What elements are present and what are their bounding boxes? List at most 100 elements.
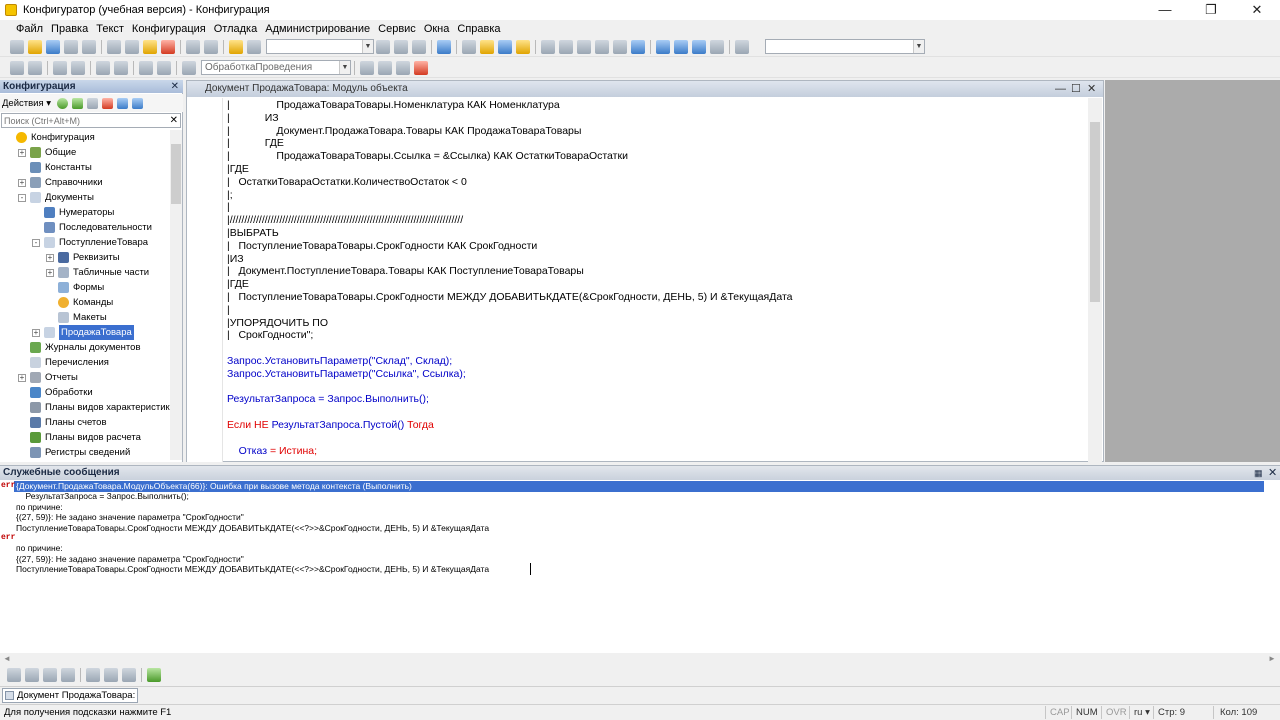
expand-icon[interactable]: +	[32, 328, 40, 337]
tree-node[interactable]: Макеты	[46, 310, 107, 325]
window-tab-document[interactable]: Документ ПродажаТовара: ...	[2, 688, 138, 703]
scroll-thumb[interactable]	[171, 144, 181, 204]
redo-icon[interactable]	[204, 39, 218, 54]
indent-icon[interactable]	[10, 60, 24, 75]
find-prev-icon[interactable]	[394, 39, 408, 54]
tree-node[interactable]: + ПродажаТовара	[32, 325, 134, 340]
edit-icon[interactable]	[72, 97, 84, 109]
menu-service[interactable]: Сервис	[374, 23, 420, 35]
chevron-down-icon[interactable]: ▼	[339, 61, 350, 74]
close-icon[interactable]: ✕	[171, 80, 179, 93]
tree-node[interactable]: + Табличные части	[46, 265, 149, 280]
expand-icon[interactable]: +	[18, 148, 26, 157]
tree-node[interactable]: Журналы документов	[18, 340, 141, 355]
bookmark-icon[interactable]	[114, 60, 128, 75]
cut-icon[interactable]	[107, 39, 121, 54]
menu-text[interactable]: Текст	[92, 23, 128, 35]
msg-clear-icon[interactable]	[122, 668, 136, 682]
tools-icon[interactable]	[462, 39, 476, 54]
clock-icon[interactable]	[735, 39, 749, 54]
menu-windows[interactable]: Окна	[420, 23, 454, 35]
global-search-combo[interactable]: ▼	[765, 39, 925, 54]
maximize-icon[interactable]: ☐	[1071, 81, 1081, 97]
close-button[interactable]: ✕	[1234, 0, 1280, 20]
message-line[interactable]: {(27, 59)}: Не задано значение параметра…	[16, 512, 244, 523]
print-icon[interactable]	[64, 39, 78, 54]
open-icon[interactable]	[28, 39, 42, 54]
window-icon[interactable]	[437, 39, 451, 54]
menu-configuration[interactable]: Конфигурация	[128, 23, 210, 35]
menu-help[interactable]: Справка	[453, 23, 504, 35]
tree-node[interactable]: Планы видов характеристик	[18, 400, 170, 415]
msg-add-icon[interactable]	[147, 668, 161, 682]
message-line[interactable]: ПоступлениеТовараТовары.СрокГодности МЕЖ…	[16, 564, 489, 575]
delete-icon[interactable]	[161, 39, 175, 54]
msg-expand-icon[interactable]	[86, 668, 100, 682]
tree-node[interactable]: Регистры сведений	[18, 445, 130, 460]
template-icon[interactable]	[96, 60, 110, 75]
menu-debug[interactable]: Отладка	[210, 23, 261, 35]
search-icon[interactable]	[247, 39, 261, 54]
outdent-icon[interactable]	[71, 60, 85, 75]
paste-icon[interactable]	[143, 39, 157, 54]
tables-icon[interactable]	[656, 39, 670, 54]
delete-icon[interactable]	[102, 97, 114, 109]
tree-node[interactable]: Обработки	[18, 385, 93, 400]
msg-next-icon[interactable]	[61, 668, 75, 682]
message-line[interactable]: по причине:	[16, 543, 63, 554]
module-open-icon[interactable]	[396, 60, 410, 75]
close-icon[interactable]: ✕	[1087, 81, 1096, 97]
save-icon[interactable]	[46, 39, 60, 54]
message-line-selected[interactable]: {Документ.ПродажаТовара.МодульОбъекта(66…	[14, 481, 1264, 492]
collapse-icon[interactable]: -	[32, 238, 40, 247]
collapse-icon[interactable]: -	[18, 193, 26, 202]
menu-administration[interactable]: Администрирование	[261, 23, 374, 35]
new-icon[interactable]	[10, 39, 24, 54]
minimize-icon[interactable]: —	[1055, 81, 1066, 97]
close-icon[interactable]: ✕	[1268, 466, 1277, 480]
tree-node[interactable]: - ПоступлениеТовара	[32, 235, 148, 250]
tree-node[interactable]: + Справочники	[18, 175, 103, 190]
expand-icon[interactable]: +	[46, 253, 54, 262]
move-down-icon[interactable]	[132, 97, 144, 109]
message-line[interactable]: РезультатЗапроса = Запрос.Выполнить();	[16, 491, 188, 502]
tree-node[interactable]: Конфигурация	[4, 130, 95, 145]
code-area[interactable]: | ПродажаТовараТовары.Номенклатура КАК Н…	[227, 98, 1089, 462]
debug-out-icon[interactable]	[595, 39, 609, 54]
msg-first-icon[interactable]	[25, 668, 39, 682]
tree-node[interactable]: Перечисления	[18, 355, 109, 370]
goto-icon[interactable]	[182, 60, 196, 75]
status-language[interactable]: ru ▾	[1129, 706, 1153, 719]
restore-button[interactable]: ❐	[1188, 0, 1234, 20]
procedure-combo[interactable]: ОбработкаПроведения ▼	[201, 60, 351, 75]
module-close-icon[interactable]	[414, 60, 428, 75]
menu-file[interactable]: Файл	[12, 23, 47, 35]
module-icon[interactable]	[692, 39, 706, 54]
scroll-left-icon[interactable]: ◄	[3, 653, 11, 665]
find-in-icon[interactable]	[229, 39, 243, 54]
debug-start-icon[interactable]	[541, 39, 555, 54]
expand-icon[interactable]: +	[18, 178, 26, 187]
info-icon[interactable]	[516, 39, 530, 54]
tree-node[interactable]: Планы видов расчета	[18, 430, 141, 445]
chevron-down-icon[interactable]: ▼	[362, 40, 373, 53]
form-icon[interactable]	[674, 39, 688, 54]
tree-node[interactable]: Константы	[18, 160, 92, 175]
find-combo[interactable]: ▼	[266, 39, 374, 54]
preview-icon[interactable]	[82, 39, 96, 54]
msg-filter-icon[interactable]	[7, 668, 21, 682]
uncomment-icon[interactable]	[157, 60, 171, 75]
undo-icon[interactable]	[186, 39, 200, 54]
expand-icon[interactable]: +	[46, 268, 54, 277]
tree-node[interactable]: Планы счетов	[18, 415, 107, 430]
tree-node[interactable]: + Реквизиты	[46, 250, 120, 265]
wizard-icon[interactable]	[480, 39, 494, 54]
chevron-down-icon[interactable]: ▼	[913, 40, 924, 53]
breakpoint-icon[interactable]	[613, 39, 627, 54]
tree-node[interactable]: + Отчеты	[18, 370, 78, 385]
module-list-icon[interactable]	[378, 60, 392, 75]
tree-search-input[interactable]	[2, 114, 162, 127]
tree-node[interactable]: + Общие	[18, 145, 76, 160]
clear-search-icon[interactable]: ✕	[170, 114, 178, 127]
add-icon[interactable]	[57, 97, 69, 109]
